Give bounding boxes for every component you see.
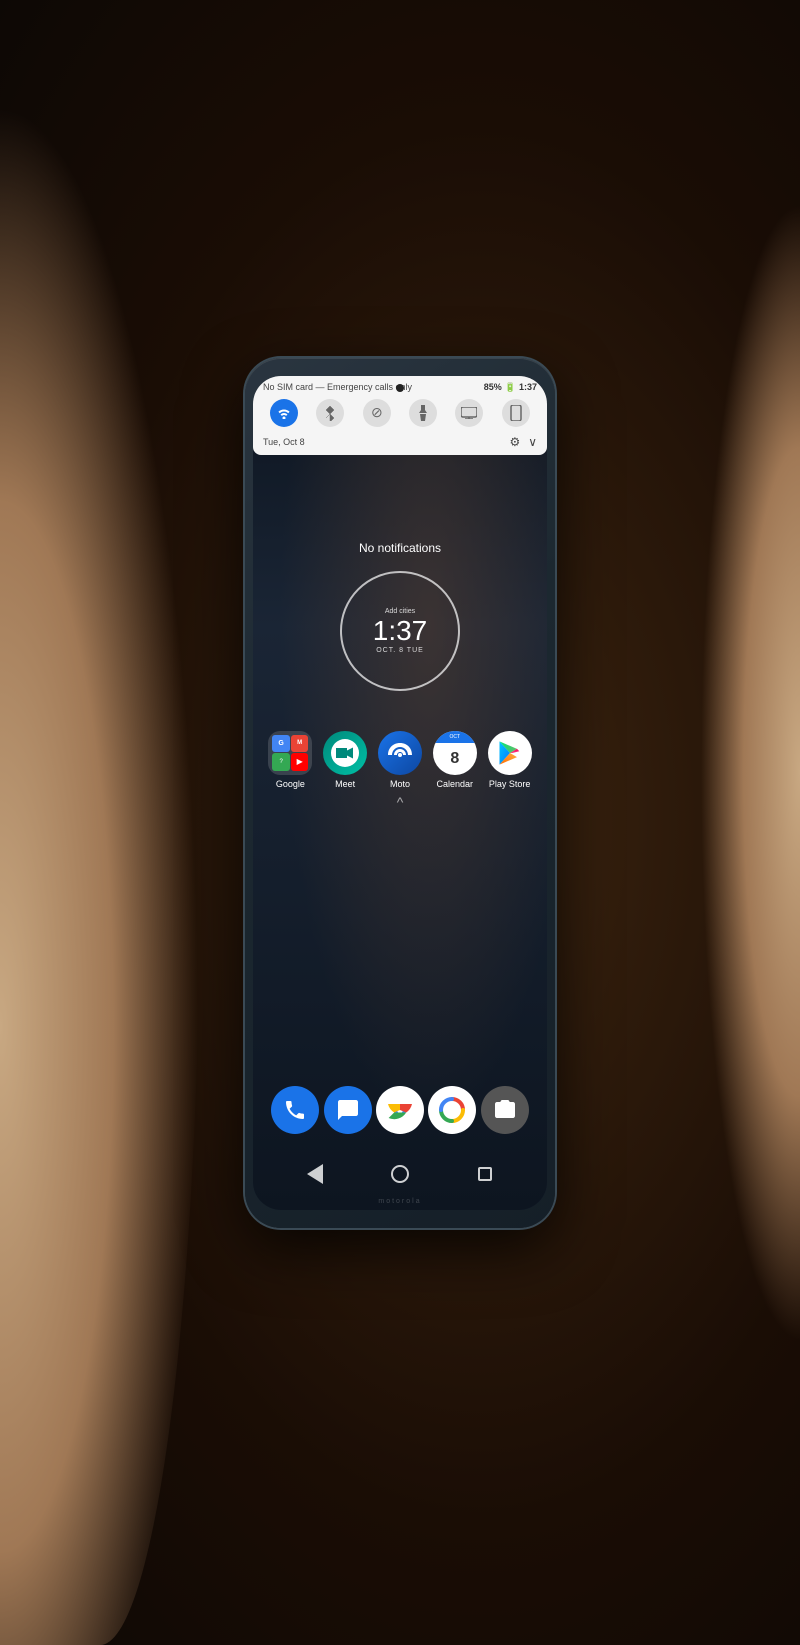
playstore-app-item[interactable]: Play Store [486,731,534,789]
gmail-icon: M [291,735,309,753]
google-folder-icon: G M ? ▶ [268,731,312,775]
home-icon [391,1165,409,1183]
home-button[interactable] [382,1156,418,1192]
google-folder-item[interactable]: G M ? ▶ Google [266,731,314,789]
meet-app-item[interactable]: Meet [321,731,369,789]
no-notifications-text: No notifications [359,541,441,555]
phone-screen: No SIM card — Emergency calls only 85% 🔋… [253,376,547,1210]
clock-date-display: OCT. 8 TUE [376,647,424,654]
moto-app-item[interactable]: Moto [376,731,424,789]
quick-toggles: ⊘ [253,395,547,431]
add-cities-label: Add cities [385,608,415,615]
phone-dock-icon[interactable] [271,1086,319,1134]
motorola-logo: motorola [378,1198,421,1205]
calendar-date: 8 [450,743,459,775]
panel-footer-icons: ⚙ ∨ [509,435,537,449]
bluetooth-toggle[interactable] [316,399,344,427]
panel-date: Tue, Oct 8 [263,437,305,447]
camera-notch [396,384,404,392]
clock-time-display: 1:37 [373,617,428,645]
settings-icon[interactable]: ⚙ [509,435,520,449]
chevron-up-icon: ^ [397,794,404,810]
camera-dock-icon[interactable] [481,1086,529,1134]
playstore-icon [488,731,532,775]
hand-left [0,100,200,1645]
flashlight-toggle[interactable] [409,399,437,427]
youtube-icon: ▶ [291,753,309,771]
google-icon-3: ? [272,753,290,771]
google-g-icon: G [272,735,290,753]
recents-icon [478,1167,492,1181]
battery-icon: 🔋 [505,382,516,393]
calendar-label: Calendar [437,779,474,789]
no-notifications: No notifications [253,531,547,565]
photos-dock-icon[interactable] [428,1086,476,1134]
dnd-icon: ⊘ [371,404,383,421]
sim-status: No SIM card — Emergency calls only [263,382,412,392]
recents-button[interactable] [467,1156,503,1192]
rotate-toggle[interactable] [502,399,530,427]
meet-label: Meet [335,779,355,789]
clock-status: 1:37 [519,382,537,392]
hand-right [700,200,800,1345]
google-label: Google [276,779,305,789]
clock-widget[interactable]: Add cities 1:37 OCT. 8 TUE [340,571,460,691]
wifi-toggle[interactable] [270,399,298,427]
panel-footer: Tue, Oct 8 ⚙ ∨ [253,431,547,455]
back-icon [307,1164,323,1184]
playstore-label: Play Store [489,779,531,789]
swipe-indicator: ^ [397,794,404,810]
expand-icon[interactable]: ∨ [528,435,537,449]
battery-level: 85% [484,382,502,392]
calendar-app-item[interactable]: OCT 8 Calendar [431,731,479,789]
messages-dock-icon[interactable] [324,1086,372,1134]
calendar-icon: OCT 8 [433,731,477,775]
back-button[interactable] [297,1156,333,1192]
phone-device: No SIM card — Emergency calls only 85% 🔋… [245,358,555,1228]
app-row: G M ? ▶ Google [253,731,547,789]
meet-icon [323,731,367,775]
brand-area: motorola [253,1190,547,1208]
chrome-dock-icon[interactable] [376,1086,424,1134]
moto-label: Moto [390,779,410,789]
calendar-header: OCT [433,731,477,743]
dnd-toggle[interactable]: ⊘ [363,399,391,427]
dock [253,1078,547,1142]
moto-icon [378,731,422,775]
screencast-toggle[interactable] [455,399,483,427]
status-right: 85% 🔋 1:37 [484,382,537,393]
